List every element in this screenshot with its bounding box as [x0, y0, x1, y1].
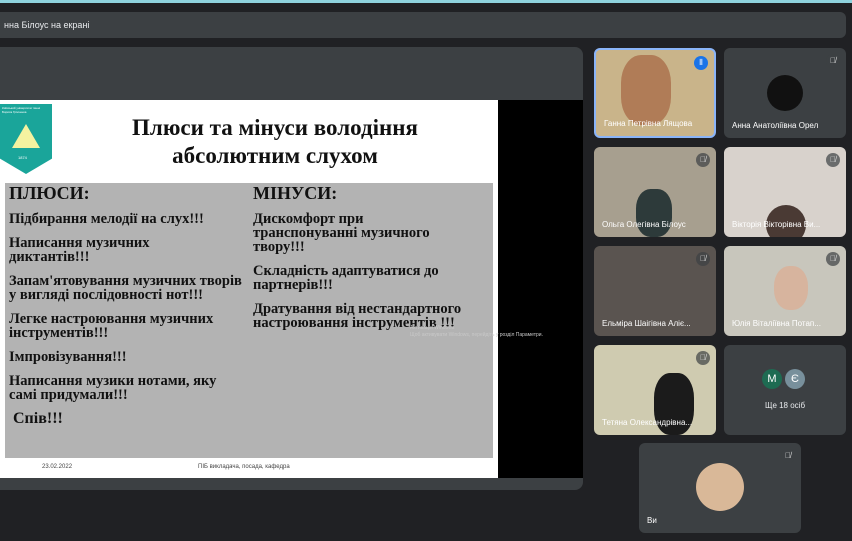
- slide-footer: 23.02.2022 ПІБ викладача, посада, кафедр…: [0, 458, 498, 478]
- participant-name: Вікторія Вікторівна Ви...: [732, 220, 821, 229]
- con-item: Дискомфорт при транспонуванні музичного …: [253, 211, 430, 255]
- self-avatar: [696, 463, 744, 511]
- participant-name: Анна Анатоліївна Орел: [732, 121, 819, 130]
- pro-item: Підбирання мелодії на слух!!!: [9, 211, 204, 227]
- participant-tile[interactable]: 🎙̸ Юлія Віталіївна Потап...: [724, 246, 846, 336]
- mic-off-icon: 🎙̸: [696, 252, 710, 266]
- window-top-edge: [0, 0, 852, 3]
- participant-tile[interactable]: 🎙̸ Ольга Олегівна Білоус: [594, 147, 716, 237]
- mic-off-icon: 🎙̸: [781, 449, 795, 463]
- cons-column: МІНУСИ: Дискомфорт при транспонуванні му…: [253, 183, 491, 340]
- participant-tile[interactable]: 🎙̸ Вікторія Вікторівна Ви...: [724, 147, 846, 237]
- participant-tile[interactable]: 🎙̸ Анна Анатоліївна Орел: [724, 48, 846, 138]
- footer-date: 23.02.2022: [42, 464, 73, 470]
- participant-tile[interactable]: ⦀ Ганна Петрівна Лящова: [594, 48, 716, 138]
- activation-text: Щоб активувати Windows, перейдіть у розд…: [410, 332, 543, 338]
- participant-name: Ольга Олегівна Білоус: [602, 220, 686, 229]
- footer-text: ПІБ викладача, посада, кафедра: [198, 464, 290, 470]
- activation-title: Активація Windows: [410, 325, 455, 331]
- participant-tile[interactable]: 🎙̸ Тетяна Олександрівна...: [594, 345, 716, 435]
- pro-item: Імпровізування!!!: [9, 349, 127, 365]
- avatar: [767, 75, 803, 111]
- participant-name: Ганна Петрівна Лящова: [604, 119, 693, 128]
- pros-column: ПЛЮСИ: Підбирання мелодії на слух!!! Нап…: [9, 183, 249, 436]
- shared-slide: Київський університет імені Бориса Грінч…: [0, 100, 498, 478]
- pro-item: Написання музики нотами, яку самі придум…: [9, 373, 217, 403]
- participant-name: Тетяна Олександрівна...: [602, 418, 693, 427]
- university-logo: Київський університет імені Бориса Грінч…: [0, 104, 52, 174]
- more-participants-label: Ще 18 осіб: [764, 401, 806, 410]
- self-name: Ви: [647, 516, 657, 525]
- participant-tile[interactable]: 🎙̸ Ельміра Шаігівна Аліє...: [594, 246, 716, 336]
- slide-title: Плюси та мінуси володіння абсолютним слух…: [70, 114, 480, 170]
- logo-text: Київський університет імені Бориса Грінч…: [2, 106, 41, 114]
- slide-letterbox: [498, 100, 583, 478]
- pro-item: Легке настроювання музичних інструментів…: [9, 311, 214, 341]
- pros-cons-box: ПЛЮСИ: Підбирання мелодії на слух!!! Нап…: [5, 183, 493, 458]
- mic-off-icon: 🎙̸: [696, 351, 710, 365]
- speaking-indicator-icon: ⦀: [694, 56, 708, 70]
- pro-item: Запам'ятовування музичних творів у вигля…: [9, 273, 242, 303]
- mic-off-icon: 🎙̸: [826, 153, 840, 167]
- title-line-1: Плюси та мінуси володіння: [132, 115, 418, 140]
- pros-header: ПЛЮСИ:: [9, 183, 90, 203]
- windows-activation-watermark: Активація Windows Щоб активувати Windows,…: [410, 325, 560, 339]
- pro-item: Написання музичних диктантів!!!: [9, 235, 150, 265]
- participant-name: Юлія Віталіївна Потап...: [732, 319, 821, 328]
- more-participants-tile[interactable]: М Є Ще 18 осіб: [724, 345, 846, 435]
- title-line-2: абсолютним слухом: [172, 143, 378, 168]
- mic-off-icon: 🎙̸: [826, 252, 840, 266]
- presenter-label: нна Білоус на екрані: [4, 20, 90, 30]
- logo-year: 1874: [18, 155, 27, 160]
- self-tile[interactable]: 🎙̸ Ви: [639, 443, 801, 533]
- presentation-banner: нна Білоус на екрані: [0, 12, 846, 38]
- participant-name: Ельміра Шаігівна Аліє...: [602, 319, 691, 328]
- cons-header: МІНУСИ:: [253, 183, 338, 203]
- pro-item: Спів!!!: [13, 410, 63, 427]
- avatar-initial: М: [762, 369, 782, 389]
- mic-off-icon: 🎙̸: [826, 54, 840, 68]
- con-item: Складність адаптуватися до партнерів!!!: [253, 263, 439, 293]
- avatar-initial: Є: [785, 369, 805, 389]
- mic-off-icon: 🎙̸: [696, 153, 710, 167]
